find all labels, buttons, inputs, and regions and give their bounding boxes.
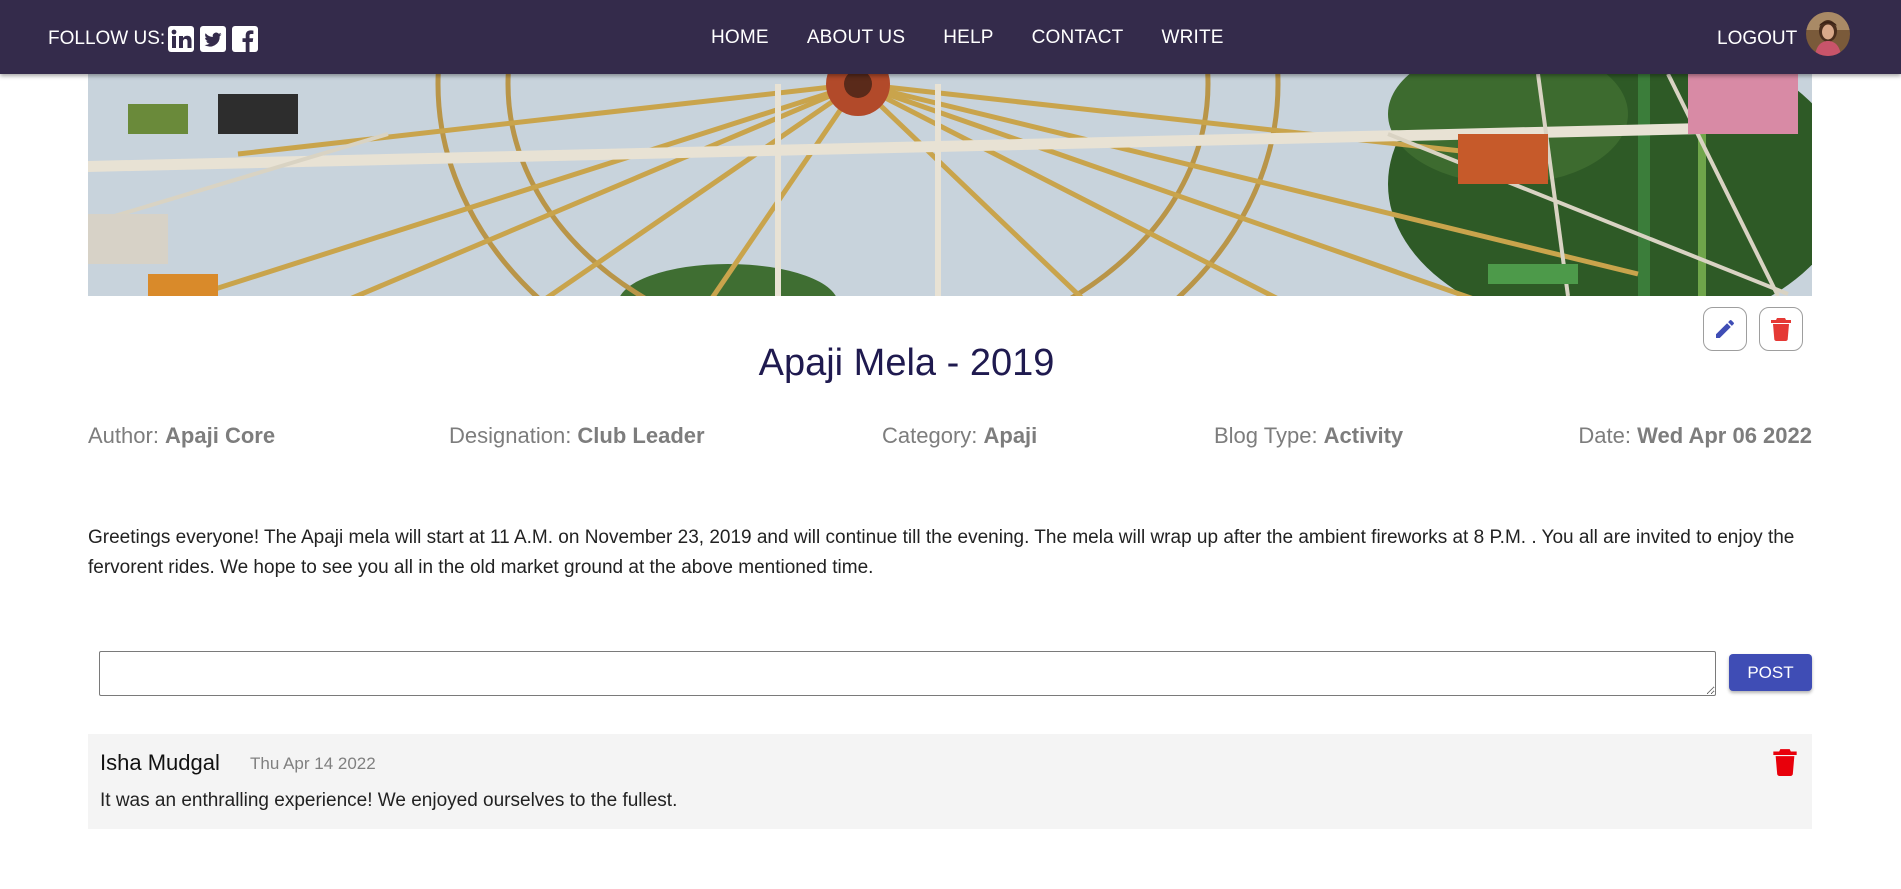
pencil-icon [1716,319,1734,338]
post-body: Greetings everyone! The Apaji mela will … [88,527,1795,578]
category-value: Apaji [983,423,1038,448]
post-title: Apaji Mela - 2019 [758,342,1055,384]
meta-blog-type: Blog Type: Activity [1214,423,1403,449]
designation-value: Club Leader [577,423,705,448]
logout-link[interactable]: LOGOUT [1717,28,1797,50]
nav-about-us[interactable]: ABOUT US [807,27,905,49]
designation-label: Designation: [449,423,578,448]
author-value: Apaji Core [165,423,276,448]
comment-text: It was an enthralling experience! We enj… [100,790,678,811]
blog-type-value: Activity [1323,423,1404,448]
meta-designation: Designation: Club Leader [449,423,705,449]
top-navbar: FOLLOW US: HOME ABOUT US HELP CONTACT WR… [0,0,1901,74]
comment-author: Isha Mudgal [100,750,220,775]
date-label: Date: [1578,423,1638,448]
comment-date: Thu Apr 14 2022 [250,754,376,773]
social-links [167,25,259,53]
comment-input[interactable] [99,651,1716,696]
nav-help[interactable]: HELP [943,27,993,49]
post-comment-button[interactable]: POST [1729,654,1812,691]
category-label: Category: [882,423,984,448]
ferris-wheel-image [88,74,1812,296]
main-nav: HOME ABOUT US HELP CONTACT WRITE [711,27,1224,49]
nav-home[interactable]: HOME [711,27,769,49]
follow-us-label: FOLLOW US: [48,28,166,49]
nav-contact[interactable]: CONTACT [1032,27,1124,49]
twitter-icon[interactable] [199,25,227,53]
meta-date: Date: Wed Apr 06 2022 [1578,423,1812,449]
avatar[interactable] [1806,12,1850,56]
delete-comment-icon[interactable] [1772,748,1798,776]
trash-icon [1771,318,1791,341]
facebook-icon[interactable] [231,25,259,53]
follow-us: FOLLOW US: [48,26,259,52]
nav-write[interactable]: WRITE [1161,27,1223,49]
author-label: Author: [88,423,166,448]
date-value: Wed Apr 06 2022 [1637,423,1812,448]
avatar-image [1806,12,1850,56]
blog-type-label: Blog Type: [1214,423,1324,448]
meta-author: Author: Apaji Core [88,423,275,449]
meta-category: Category: Apaji [882,423,1037,449]
linkedin-icon[interactable] [167,25,195,53]
post-cover-image [88,74,1812,296]
comment-item: Isha Mudgal Thu Apr 14 2022 It was an en… [88,734,1812,829]
